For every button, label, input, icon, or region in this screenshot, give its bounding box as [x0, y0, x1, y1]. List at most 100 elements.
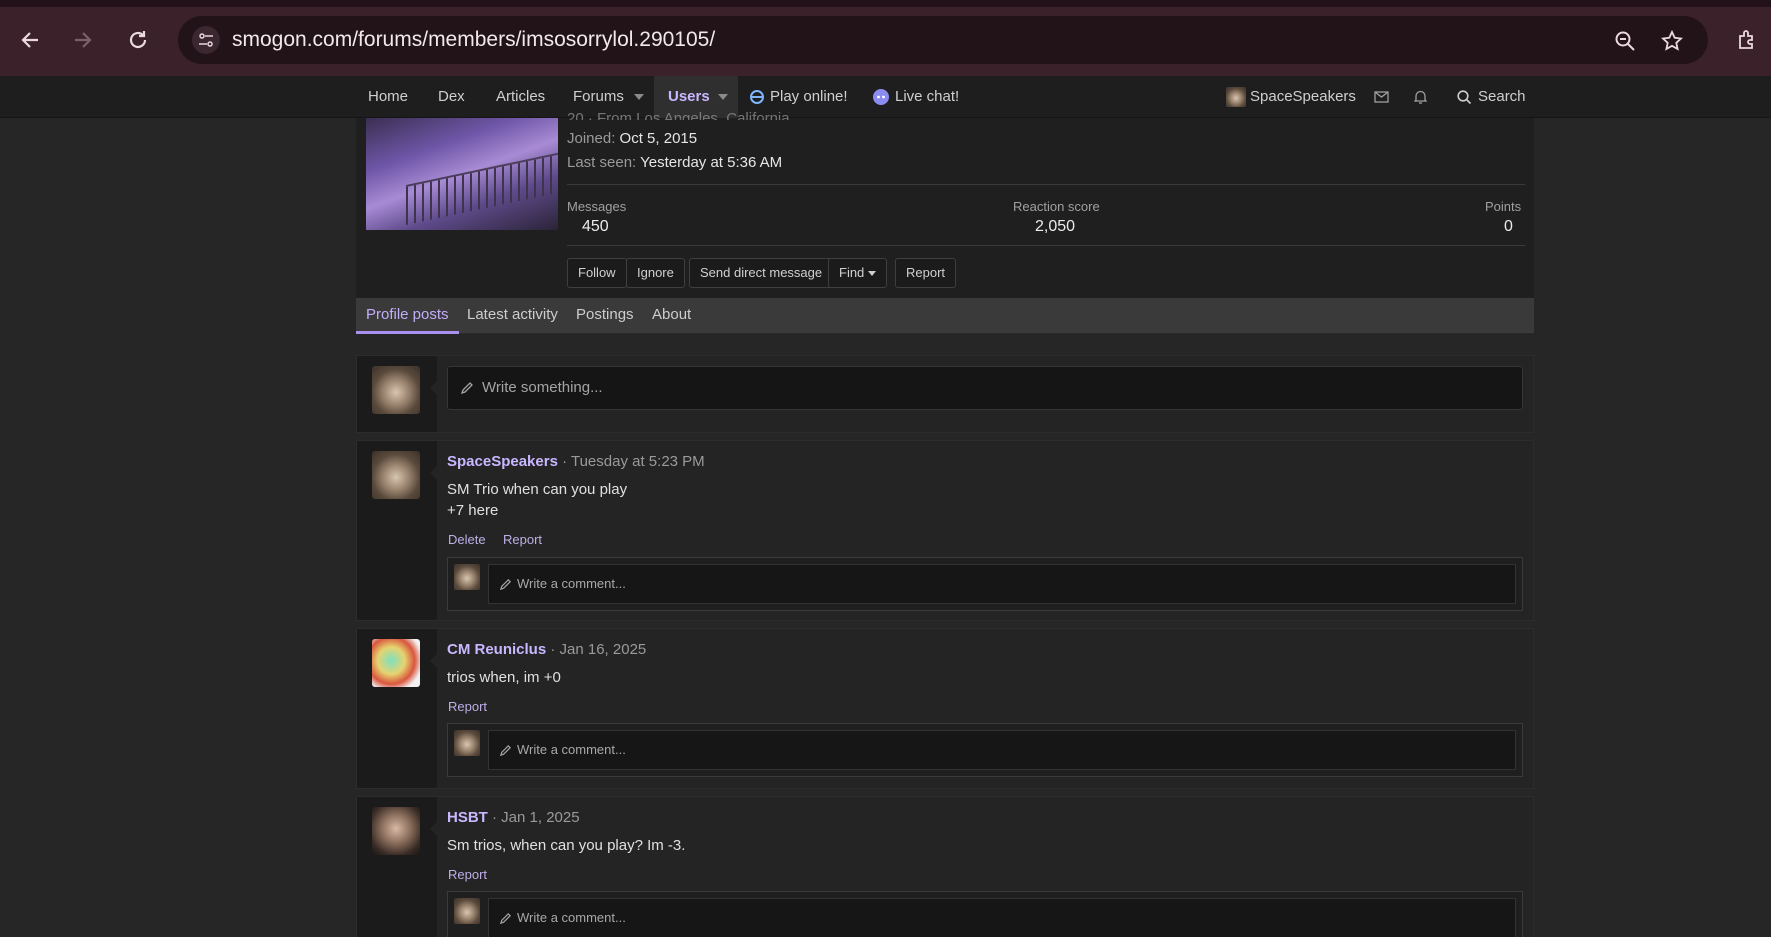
- envelope-icon: [1373, 91, 1389, 103]
- find-button[interactable]: Find: [828, 258, 888, 288]
- reaction-score-value[interactable]: 2,050: [1035, 218, 1075, 236]
- nav-dex[interactable]: Dex: [438, 76, 465, 118]
- post-meta: CM Reuniclus · Jan 16, 2025: [447, 641, 646, 658]
- comment-box: Write a comment...: [447, 891, 1523, 937]
- report-profile-button[interactable]: Report: [895, 258, 957, 288]
- profile-banner: [366, 118, 558, 230]
- joined-value: Oct 5, 2015: [619, 130, 698, 147]
- profile-stats: Messages 450 Reaction score 2,050 Points…: [567, 184, 1525, 246]
- find-label: Find: [839, 265, 865, 280]
- puzzle-icon: [1739, 30, 1753, 49]
- forward-arrow-icon: [75, 32, 92, 48]
- tab-strip: [0, 0, 1771, 7]
- post-body: HSBT · Jan 1, 2025 Sm trios, when can yo…: [437, 797, 1533, 937]
- write-something-input[interactable]: Write something...: [447, 366, 1523, 410]
- comment-placeholder: Write a comment...: [517, 742, 626, 757]
- profile-tabs: Profile posts Latest activity Postings A…: [356, 298, 1534, 334]
- post-timestamp[interactable]: · Jan 16, 2025: [550, 641, 646, 658]
- comment-placeholder: Write a comment...: [517, 576, 626, 591]
- tab-profile-posts[interactable]: Profile posts: [356, 298, 459, 334]
- zoom-out-icon: [1615, 31, 1635, 51]
- discord-icon: [873, 89, 889, 105]
- extensions-button[interactable]: [1730, 22, 1766, 58]
- caret-down-icon: [634, 94, 644, 100]
- post-body: SpaceSpeakers · Tuesday at 5:23 PM SM Tr…: [437, 441, 1533, 620]
- post-text-line: Sm trios, when can you play? Im -3.: [447, 837, 686, 854]
- reload-button[interactable]: [120, 22, 156, 58]
- report-post-link[interactable]: Report: [448, 699, 487, 714]
- profile-post: CM Reuniclus · Jan 16, 2025 trios when, …: [356, 628, 1534, 789]
- post-author-name[interactable]: HSBT: [447, 809, 488, 826]
- search-icon: [1457, 89, 1472, 104]
- tune-icon: [199, 33, 213, 47]
- account-username: SpaceSpeakers: [1250, 88, 1356, 105]
- forward-button[interactable]: [65, 22, 101, 58]
- search-button[interactable]: Search: [1457, 76, 1526, 118]
- comment-input[interactable]: Write a comment...: [488, 564, 1516, 604]
- star-icon: [1661, 30, 1683, 51]
- report-post-link[interactable]: Report: [503, 532, 542, 547]
- caret-down-icon: [868, 270, 877, 276]
- last-seen-label: Last seen:: [567, 154, 637, 171]
- post-timestamp[interactable]: · Jan 1, 2025: [492, 809, 580, 826]
- tab-about[interactable]: About: [652, 298, 691, 334]
- profile-post: HSBT · Jan 1, 2025 Sm trios, when can yo…: [356, 796, 1534, 937]
- profile-joined: Joined: Oct 5, 2015: [567, 130, 697, 147]
- banner-fence: [406, 150, 558, 226]
- comment-placeholder: Write a comment...: [517, 910, 626, 925]
- nav-live-chat[interactable]: Live chat!: [873, 76, 959, 118]
- delete-post-link[interactable]: Delete: [448, 532, 486, 547]
- showdown-icon: [750, 90, 764, 104]
- site-navigation: Home Dex Articles Forums Users Play onli…: [0, 76, 1771, 118]
- post-timestamp[interactable]: · Tuesday at 5:23 PM: [562, 453, 705, 470]
- post-author-avatar[interactable]: [372, 807, 420, 855]
- report-post-link[interactable]: Report: [448, 867, 487, 882]
- zoom-button[interactable]: [1612, 28, 1638, 54]
- composer-body: Write something...: [437, 356, 1533, 432]
- ignore-button[interactable]: Ignore: [626, 258, 685, 288]
- post-text-line: +7 here: [447, 502, 499, 519]
- messages-value[interactable]: 450: [582, 218, 609, 236]
- follow-button[interactable]: Follow: [567, 258, 627, 288]
- comment-avatar[interactable]: [454, 898, 480, 924]
- account-menu[interactable]: SpaceSpeakers: [1226, 76, 1356, 118]
- comment-box: Write a comment...: [447, 557, 1523, 611]
- comment-input[interactable]: Write a comment...: [488, 730, 1516, 770]
- post-avatar-column: [357, 797, 437, 937]
- inbox-button[interactable]: [1370, 76, 1392, 118]
- composer-avatar[interactable]: [372, 366, 420, 414]
- post-avatar-column: [357, 441, 437, 620]
- points-value[interactable]: 0: [1504, 218, 1513, 236]
- send-direct-message-button[interactable]: Send direct message: [689, 258, 834, 288]
- joined-label: Joined:: [567, 130, 616, 147]
- nav-articles[interactable]: Articles: [496, 76, 545, 118]
- post-meta: HSBT · Jan 1, 2025: [447, 809, 580, 826]
- comment-avatar[interactable]: [454, 564, 480, 590]
- live-chat-label: Live chat!: [895, 88, 960, 105]
- alerts-button[interactable]: [1409, 76, 1431, 118]
- comment-input[interactable]: Write a comment...: [488, 898, 1516, 937]
- tab-postings[interactable]: Postings: [576, 298, 634, 334]
- post-avatar-column: [357, 629, 437, 788]
- url-text[interactable]: smogon.com/forums/members/imsosorrylol.2…: [232, 28, 715, 52]
- nav-home[interactable]: Home: [368, 76, 408, 118]
- site-info-button[interactable]: [192, 26, 220, 54]
- pencil-icon: [460, 382, 473, 395]
- address-bar[interactable]: smogon.com/forums/members/imsosorrylol.2…: [178, 16, 1708, 64]
- post-author-avatar[interactable]: [372, 451, 420, 499]
- profile-last-seen: Last seen: Yesterday at 5:36 AM: [567, 154, 782, 171]
- tab-latest-activity[interactable]: Latest activity: [467, 298, 558, 334]
- bell-icon: [1413, 90, 1427, 104]
- back-button[interactable]: [12, 22, 48, 58]
- post-author-name[interactable]: CM Reuniclus: [447, 641, 546, 658]
- bookmark-button[interactable]: [1659, 28, 1685, 54]
- profile-post: SpaceSpeakers · Tuesday at 5:23 PM SM Tr…: [356, 440, 1534, 621]
- post-text-line: SM Trio when can you play: [447, 481, 628, 498]
- post-meta: SpaceSpeakers · Tuesday at 5:23 PM: [447, 453, 705, 470]
- last-seen-value: Yesterday at 5:36 AM: [640, 154, 783, 171]
- back-arrow-icon: [21, 32, 38, 48]
- caret-down-icon: [718, 94, 728, 100]
- post-author-name[interactable]: SpaceSpeakers: [447, 453, 558, 470]
- comment-avatar[interactable]: [454, 730, 480, 756]
- post-author-avatar[interactable]: [372, 639, 420, 687]
